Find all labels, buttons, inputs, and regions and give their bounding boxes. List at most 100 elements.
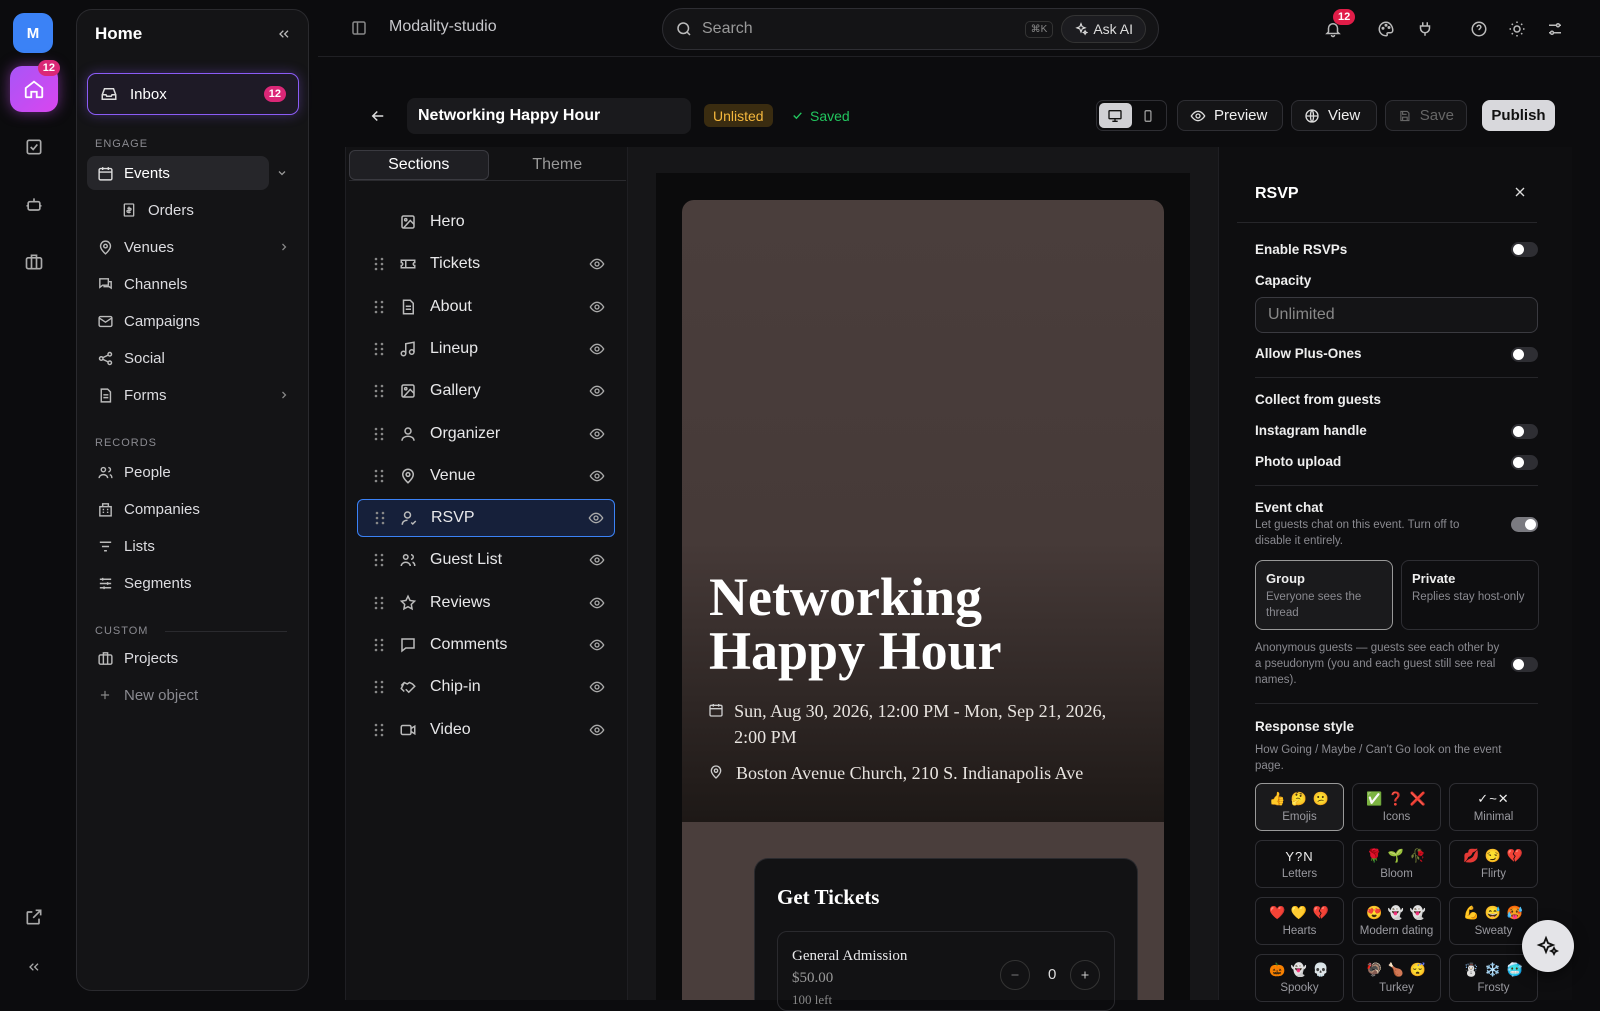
view-button[interactable]: View	[1291, 100, 1377, 131]
eye-icon[interactable]	[589, 722, 605, 738]
eye-icon[interactable]	[588, 510, 604, 526]
response-style-emojis[interactable]: 👍 🤔 😕 Emojis	[1255, 783, 1344, 831]
section-row-guest-list[interactable]: Guest List	[357, 541, 615, 579]
publish-button[interactable]: Publish	[1482, 100, 1555, 131]
eye-icon[interactable]	[589, 256, 605, 272]
enable-rsvps-toggle[interactable]	[1511, 242, 1538, 257]
workspace-avatar[interactable]: M	[13, 13, 53, 53]
section-row-lineup[interactable]: Lineup	[357, 330, 615, 368]
eye-icon[interactable]	[589, 595, 605, 611]
status-badge[interactable]: Unlisted	[704, 104, 773, 127]
sidebar-item-channels[interactable]: Channels	[87, 267, 299, 301]
photo-upload-toggle[interactable]	[1511, 455, 1538, 470]
chat-option-private[interactable]: Private Replies stay host-only	[1401, 560, 1539, 630]
section-row-gallery[interactable]: Gallery	[357, 372, 615, 410]
drag-handle-icon[interactable]	[372, 553, 386, 567]
tickets-card[interactable]: Get Tickets General Admission $50.00 100…	[754, 858, 1138, 1011]
drag-handle-icon[interactable]	[372, 384, 386, 398]
sidebar-item-new-object[interactable]: New object	[87, 678, 299, 712]
section-row-rsvp[interactable]: RSVP	[357, 499, 615, 538]
drag-handle-icon[interactable]	[372, 596, 386, 610]
section-row-organizer[interactable]: Organizer	[357, 415, 615, 453]
sidebar-item-inbox[interactable]: Inbox 12	[87, 73, 299, 115]
response-style-spooky[interactable]: 🎃 👻 💀 Spooky	[1255, 954, 1344, 1002]
eye-icon[interactable]	[589, 341, 605, 357]
instagram-toggle[interactable]	[1511, 424, 1538, 439]
eye-icon[interactable]	[589, 468, 605, 484]
mobile-view-button[interactable]	[1132, 103, 1165, 128]
search-bar[interactable]: Search ⌘K Ask AI	[662, 8, 1159, 50]
close-panel-button[interactable]	[1512, 184, 1528, 200]
help-button[interactable]	[1469, 19, 1489, 39]
sidebar-item-venues[interactable]: Venues	[87, 230, 299, 264]
sidebar-item-projects[interactable]: Projects	[87, 641, 299, 675]
hero-section[interactable]: Networking Happy Hour Sun, Aug 30, 2026,…	[682, 200, 1164, 822]
drag-handle-icon[interactable]	[372, 723, 386, 737]
theme-palette-button[interactable]	[1376, 19, 1396, 39]
appearance-button[interactable]	[1507, 19, 1527, 39]
response-style-letters[interactable]: Y?N Letters	[1255, 840, 1344, 888]
eye-icon[interactable]	[589, 383, 605, 399]
bot-rail-button[interactable]	[22, 193, 46, 217]
response-style-frosty[interactable]: ☃️ ❄️ 🥶 Frosty	[1449, 954, 1538, 1002]
events-expand-chevron[interactable]	[276, 167, 288, 179]
sidebar-item-forms[interactable]: Forms	[87, 378, 299, 412]
increment-button[interactable]	[1070, 960, 1100, 990]
sidebar-item-companies[interactable]: Companies	[87, 492, 299, 526]
tasks-rail-button[interactable]	[22, 135, 46, 159]
eye-icon[interactable]	[589, 426, 605, 442]
response-style-minimal[interactable]: ✓~✕ Minimal	[1449, 783, 1538, 831]
response-style-modern-dating[interactable]: 😍 👻 👻 Modern dating	[1352, 897, 1441, 945]
eye-icon[interactable]	[589, 552, 605, 568]
search-input[interactable]: Search	[702, 20, 753, 38]
event-title-input[interactable]: Networking Happy Hour	[407, 98, 691, 134]
preview-button[interactable]: Preview	[1177, 100, 1283, 131]
sidebar-item-events[interactable]: Events	[87, 156, 269, 190]
section-row-comments[interactable]: Comments	[357, 626, 615, 664]
eye-icon[interactable]	[589, 679, 605, 695]
sidebar-item-campaigns[interactable]: Campaigns	[87, 304, 299, 338]
section-row-video[interactable]: Video	[357, 711, 615, 749]
event-chat-toggle[interactable]	[1511, 517, 1538, 532]
decrement-button[interactable]	[1000, 960, 1030, 990]
section-row-hero[interactable]: Hero	[357, 203, 615, 241]
integrations-button[interactable]	[1415, 19, 1435, 39]
projects-rail-button[interactable]	[22, 250, 46, 274]
home-rail-button[interactable]: 12	[10, 60, 60, 112]
allow-plus-ones-toggle[interactable]	[1511, 347, 1538, 362]
drag-handle-icon[interactable]	[372, 680, 386, 694]
desktop-view-button[interactable]	[1099, 103, 1132, 128]
drag-handle-icon[interactable]	[372, 257, 386, 271]
collapse-sidebar-button[interactable]	[276, 26, 292, 42]
anonymous-guests-toggle[interactable]	[1511, 657, 1538, 672]
drag-handle-icon[interactable]	[372, 469, 386, 483]
sidebar-item-orders[interactable]: Orders	[111, 193, 299, 227]
sidebar-item-people[interactable]: People	[87, 455, 299, 489]
sidebar-item-segments[interactable]: Segments	[87, 566, 299, 600]
external-rail-button[interactable]	[22, 905, 46, 929]
toggle-panel-button[interactable]	[350, 19, 368, 37]
expand-rail-button[interactable]	[22, 955, 46, 979]
settings-button[interactable]	[1545, 19, 1565, 39]
drag-handle-icon[interactable]	[372, 427, 386, 441]
capacity-input[interactable]: Unlimited	[1255, 297, 1538, 333]
tab-theme[interactable]: Theme	[489, 150, 627, 180]
ai-assistant-button[interactable]	[1522, 920, 1574, 972]
response-style-hearts[interactable]: ❤️ 💛 💔 Hearts	[1255, 897, 1344, 945]
drag-handle-icon[interactable]	[372, 342, 386, 356]
section-row-tickets[interactable]: Tickets	[357, 245, 615, 283]
section-row-reviews[interactable]: Reviews	[357, 584, 615, 622]
tab-sections[interactable]: Sections	[349, 150, 489, 180]
response-style-bloom[interactable]: 🌹 🌱 🥀 Bloom	[1352, 840, 1441, 888]
section-row-venue[interactable]: Venue	[357, 457, 615, 495]
response-style-icons[interactable]: ✅ ❓ ❌ Icons	[1352, 783, 1441, 831]
back-button[interactable]	[369, 107, 387, 125]
sidebar-item-social[interactable]: Social	[87, 341, 299, 375]
drag-handle-icon[interactable]	[372, 638, 386, 652]
section-row-chip-in[interactable]: Chip-in	[357, 668, 615, 706]
chat-option-group[interactable]: Group Everyone sees the thread	[1255, 560, 1393, 630]
section-row-about[interactable]: About	[357, 288, 615, 326]
eye-icon[interactable]	[589, 637, 605, 653]
response-style-flirty[interactable]: 💋 😏 💔 Flirty	[1449, 840, 1538, 888]
response-style-turkey[interactable]: 🦃 🍗 😴 Turkey	[1352, 954, 1441, 1002]
